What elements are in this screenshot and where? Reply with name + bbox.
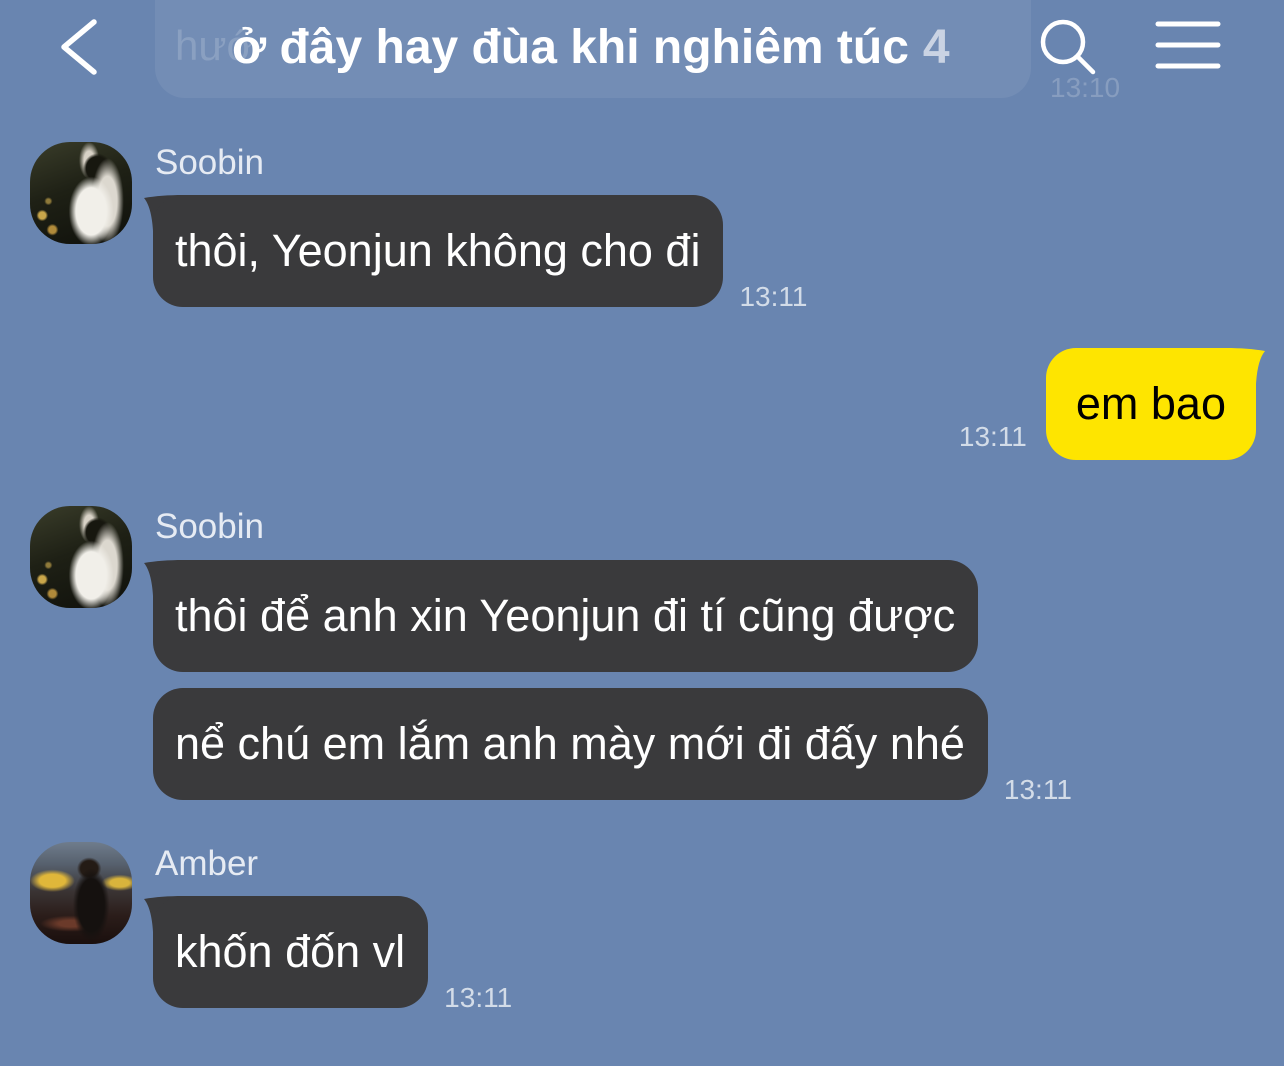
message-time: 13:11: [444, 982, 513, 1013]
chat-title: ở đây hay đùa khi nghiêm túc 4: [232, 18, 950, 78]
message-row: khốn đốn vl 13:11: [144, 896, 512, 1012]
sender-name: Soobin: [155, 143, 264, 182]
sender-name: Amber: [155, 844, 259, 883]
message-row: nể chú em lắm anh mày mới đi đấy nhé 13:…: [153, 688, 1072, 804]
amber-avatar[interactable]: [30, 842, 132, 944]
message-bubble[interactable]: thôi, Yeonjun không cho đi: [153, 195, 724, 307]
message-bubble-wrap: thôi để anh xin Yeonjun đi tí cũng được: [144, 560, 979, 672]
member-count: 4: [922, 21, 950, 74]
message-time: 13:11: [739, 281, 808, 312]
message-bubble-wrap: thôi, Yeonjun không cho đi: [144, 195, 724, 307]
menu-icon[interactable]: [1154, 18, 1222, 72]
message-bubble-wrap: em bao: [1045, 348, 1265, 460]
soobin-avatar[interactable]: [30, 142, 132, 244]
message-bubble[interactable]: thôi để anh xin Yeonjun đi tí cũng được: [153, 560, 979, 672]
message-bubble-wrap: khốn đốn vl: [144, 896, 429, 1008]
chevron-left-icon[interactable]: [52, 16, 106, 78]
message-time: 13:11: [1003, 774, 1072, 805]
message-bubble[interactable]: khốn đốn vl: [153, 896, 429, 1008]
message-row: thôi, Yeonjun không cho đi 13:11: [144, 195, 807, 311]
message-stack: thôi để anh xin Yeonjun đi tí cũng được …: [144, 560, 1072, 804]
message-bubble[interactable]: nể chú em lắm anh mày mới đi đấy nhé: [153, 688, 988, 800]
chat-room-name: ở đây hay đùa khi nghiêm túc: [232, 21, 909, 74]
message-time: 13:11: [958, 421, 1027, 452]
sent-message-bubble[interactable]: em bao: [1045, 348, 1256, 460]
search-icon[interactable]: [1036, 14, 1100, 78]
soobin-avatar[interactable]: [30, 506, 132, 608]
sender-name: Soobin: [155, 507, 264, 546]
message-row: thôi để anh xin Yeonjun đi tí cũng được: [144, 560, 1072, 672]
sent-message-row: 13:11 em bao: [958, 348, 1265, 460]
chat-header: ở đây hay đùa khi nghiêm túc 4: [0, 0, 1284, 100]
